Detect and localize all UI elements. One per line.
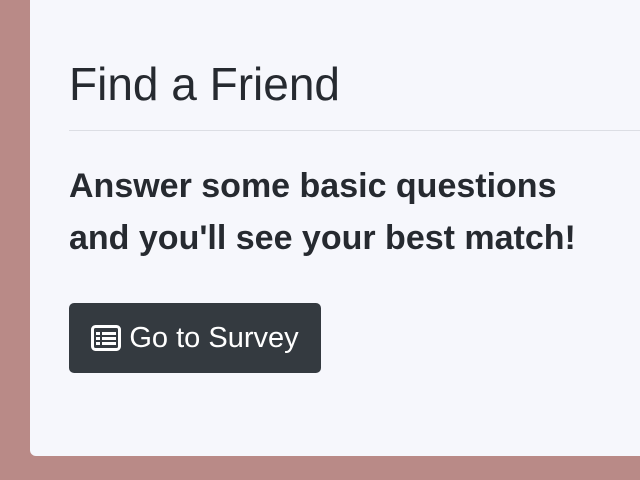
lead-text: Answer some basic questions and you'll s… [69, 160, 640, 264]
lead-line-2: and you'll see your best match! [69, 219, 576, 257]
page-title: Find a Friend [69, 58, 341, 110]
lead-line-1: Answer some basic questions [69, 167, 557, 205]
go-to-survey-label: Go to Survey [129, 322, 299, 354]
jumbotron-card: Find a Friend Answer some basic question… [30, 0, 640, 456]
go-to-survey-button[interactable]: Go to Survey [69, 303, 321, 373]
list-alt-icon [91, 325, 122, 351]
divider [69, 130, 640, 131]
